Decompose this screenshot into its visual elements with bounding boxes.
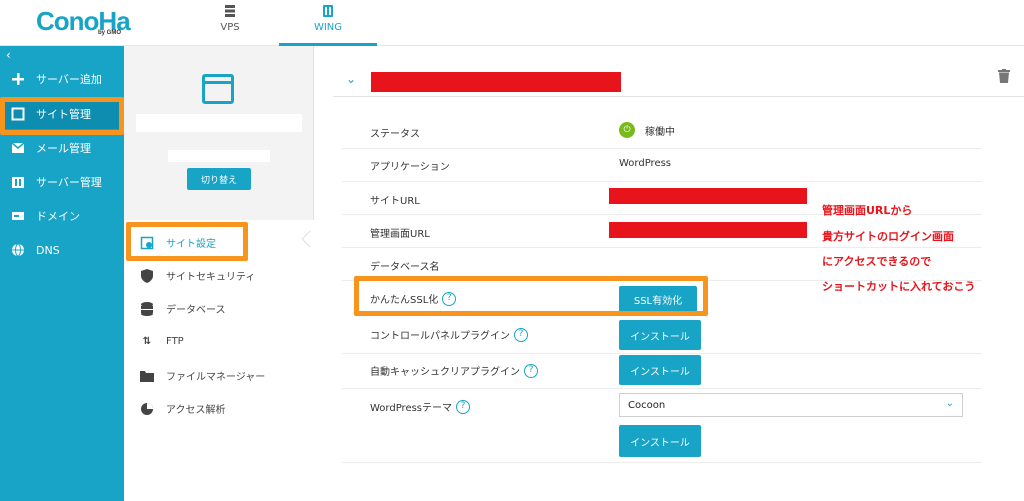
nav-item-label: DNS [36, 243, 60, 257]
status-value: ⏻ 稼働中 [619, 122, 675, 138]
nav-item-domain[interactable]: ドメイン [0, 201, 124, 231]
domain-icon [10, 208, 26, 224]
trash-icon[interactable] [998, 68, 1012, 83]
nav-item-label: サーバー管理 [36, 176, 102, 189]
folder-icon [140, 369, 154, 383]
subnav-label: ファイルマネージャー [166, 372, 266, 383]
subnav-site-security[interactable]: サイトセキュリティ [140, 268, 255, 283]
annotation-line-1: 管理画面URLから [822, 204, 913, 217]
cache-clear-plugin-label: 自動キャッシュクリアプラグイン ? [370, 363, 538, 378]
globe-icon [10, 242, 26, 258]
control-panel-plugin-label: コントロールパネルプラグイン ? [370, 327, 528, 342]
annotation-line-4: ショートカットに入れておこう [822, 280, 976, 293]
help-icon[interactable]: ? [514, 327, 528, 342]
nav-item-mail-management[interactable]: メール管理 [0, 133, 124, 163]
subnav-ftp[interactable]: ⇅ FTP [140, 334, 184, 348]
admin-url-redacted [609, 222, 807, 238]
subnav-file-manager[interactable]: ファイルマネージャー [140, 368, 265, 383]
nav-item-label: サーバー追加 [36, 73, 102, 86]
row-divider [342, 353, 982, 354]
shield-icon [140, 268, 154, 283]
nav-item-server-management[interactable]: サーバー管理 [0, 167, 124, 197]
tab-wing-label: WING [313, 22, 343, 33]
subnav-label: データベース [166, 305, 226, 316]
power-icon: ⏻ [619, 122, 635, 138]
row-divider [342, 462, 982, 463]
install-control-panel-plugin-button[interactable]: インストール [619, 320, 701, 350]
pie-chart-icon [140, 402, 154, 416]
subnav-label: アクセス解析 [166, 405, 226, 416]
site-url-label: サイトURL [370, 196, 420, 207]
nav-item-add-server[interactable]: サーバー追加 [0, 64, 124, 94]
transfer-icon: ⇅ [142, 335, 152, 347]
nav-item-label: ドメイン [36, 210, 80, 223]
subnav-label: サイトセキュリティ [166, 272, 256, 283]
mail-icon [10, 140, 26, 156]
server-manage-icon [10, 174, 26, 190]
row-divider [342, 247, 982, 248]
application-label: アプリケーション [370, 162, 450, 173]
admin-url-label: 管理画面URL [370, 229, 430, 240]
subnav-database[interactable]: データベース [140, 301, 226, 316]
application-value: WordPress [619, 158, 672, 169]
highlight-site-settings [126, 222, 248, 261]
wordpress-theme-value: Cocoon [628, 399, 666, 411]
wordpress-theme-text: WordPressテーマ [370, 403, 453, 414]
status-text: 稼働中 [645, 126, 675, 138]
wordpress-theme-label: WordPressテーマ ? [370, 399, 471, 414]
help-icon[interactable]: ? [456, 399, 471, 414]
site-title-redacted [371, 72, 621, 92]
chevron-down-icon[interactable]: ⌄ [346, 72, 356, 86]
cache-clear-plugin-text: 自動キャッシュクリアプラグイン [370, 367, 520, 378]
row-divider [342, 148, 982, 149]
site-url-redacted [609, 188, 807, 204]
nav-item-dns[interactable]: DNS [0, 235, 124, 265]
row-divider [342, 388, 982, 389]
sub-nav-list [124, 220, 314, 501]
logo-sub-text: by GMO [98, 30, 122, 36]
site-domain-redacted [168, 150, 270, 162]
top-header: ConoHa by GMO VPS WING [0, 0, 1024, 46]
chevron-down-icon: ⌄ [945, 398, 954, 409]
database-icon [140, 301, 154, 316]
install-theme-button[interactable]: インストール [619, 425, 701, 457]
wordpress-theme-select[interactable]: Cocoon ⌄ [619, 393, 963, 417]
conoha-logo[interactable]: ConoHa by GMO [36, 6, 131, 37]
highlight-site-management [0, 97, 124, 135]
help-icon[interactable]: ? [524, 363, 538, 378]
plus-icon [10, 71, 26, 87]
annotation-line-3: にアクセスできるので [822, 255, 932, 268]
wing-icon [323, 5, 333, 17]
header-divider [333, 96, 1024, 97]
database-name-label: データベース名 [370, 262, 440, 273]
subnav-access-analytics[interactable]: アクセス解析 [140, 401, 226, 416]
switch-site-button[interactable]: 切り替え [187, 168, 251, 190]
install-cache-clear-plugin-button[interactable]: インストール [619, 355, 701, 385]
highlight-easy-ssl-row [354, 276, 708, 316]
row-divider [342, 181, 982, 182]
control-panel-plugin-text: コントロールパネルプラグイン [370, 331, 510, 342]
tab-vps-label: VPS [220, 22, 240, 33]
subnav-label: FTP [166, 335, 184, 347]
nav-item-label: メール管理 [36, 142, 91, 155]
status-label: ステータス [370, 129, 420, 140]
server-icon [225, 5, 235, 17]
tab-vps[interactable]: VPS [181, 0, 279, 46]
collapse-icon[interactable]: ‹ [6, 48, 11, 62]
tab-wing[interactable]: WING [279, 0, 377, 46]
app-window-icon [202, 74, 234, 104]
site-name-redacted [136, 114, 302, 132]
annotation-line-2: 貴方サイトのログイン画面 [822, 230, 954, 243]
